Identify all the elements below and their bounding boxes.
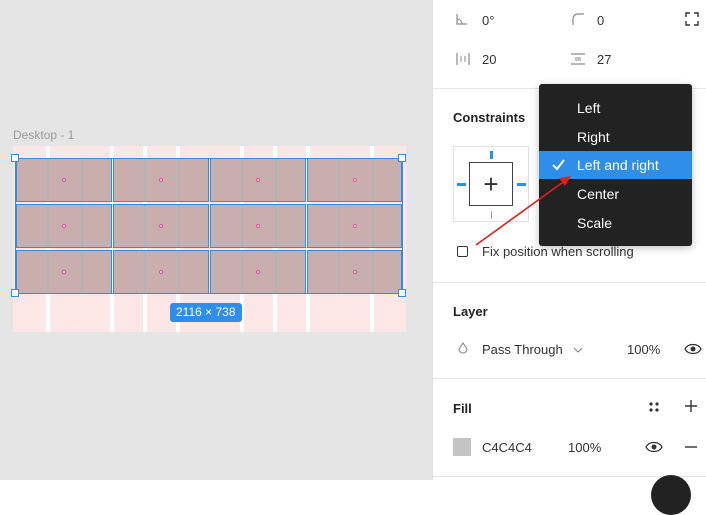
constraints-title: Constraints [453, 110, 526, 125]
resize-handle-bottom-left[interactable] [11, 289, 19, 297]
minus-icon[interactable] [684, 440, 698, 459]
constraint-dropdown-menu: Left Right Left and right Center Scale [539, 84, 692, 246]
expand-corners-icon[interactable] [685, 12, 699, 31]
layer-title: Layer [453, 304, 488, 319]
blend-mode-select[interactable]: Pass Through [482, 342, 563, 357]
menu-item-right[interactable]: Right [539, 123, 692, 151]
size-badge: 2116 × 738 [170, 303, 242, 322]
grid-rect[interactable] [16, 204, 112, 248]
grid-rect[interactable] [307, 158, 402, 202]
menu-item-center[interactable]: Center [539, 180, 692, 208]
corner-radius-icon [571, 12, 585, 29]
help-button[interactable] [651, 475, 691, 515]
layer-opacity-field[interactable]: 100% [627, 342, 660, 357]
grid-rect[interactable] [307, 250, 402, 294]
vertical-spacing-field[interactable]: 27 [597, 52, 611, 67]
resize-handle-top-left[interactable] [11, 154, 19, 162]
grid-rect[interactable] [16, 158, 112, 202]
horizontal-spacing-field[interactable]: 20 [482, 52, 496, 67]
corner-radius-field[interactable]: 0 [597, 13, 604, 28]
frame-label[interactable]: Desktop - 1 [13, 128, 74, 142]
grid-rect[interactable] [113, 204, 209, 248]
grid-rect[interactable] [307, 204, 402, 248]
drop-icon [457, 342, 469, 359]
menu-item-scale[interactable]: Scale [539, 209, 692, 237]
fill-title: Fill [453, 401, 472, 416]
rotation-field[interactable]: 0° [482, 13, 494, 28]
chevron-down-icon[interactable] [573, 343, 583, 358]
fill-color-swatch[interactable] [453, 438, 471, 456]
grid-rect[interactable] [113, 158, 209, 202]
menu-item-left-and-right[interactable]: Left and right [539, 151, 692, 179]
constraint-right-bar[interactable] [517, 183, 526, 186]
fix-position-checkbox[interactable] [457, 246, 468, 257]
grid-rect[interactable] [113, 250, 209, 294]
eye-icon[interactable] [645, 440, 663, 459]
divider [433, 378, 706, 379]
resize-handle-bottom-right[interactable] [398, 289, 406, 297]
constraint-plus-icon: + [483, 169, 499, 199]
constraint-inner-box: + [469, 162, 513, 206]
plus-icon[interactable] [684, 399, 698, 418]
design-canvas[interactable]: Desktop - 1 2116 × 738 [0, 0, 432, 480]
grid-rect[interactable] [210, 204, 306, 248]
style-grid-icon[interactable] [647, 400, 661, 419]
vertical-spacing-icon [570, 52, 586, 69]
eye-icon[interactable] [684, 342, 702, 361]
horizontal-spacing-icon [455, 52, 471, 69]
constraint-widget[interactable]: + [453, 146, 529, 222]
constraint-bottom-bar[interactable] [491, 211, 492, 219]
fill-opacity-field[interactable]: 100% [568, 440, 601, 455]
divider [433, 282, 706, 283]
angle-icon [455, 12, 469, 29]
menu-item-left[interactable]: Left [539, 94, 692, 122]
grid-rect[interactable] [210, 250, 306, 294]
constraint-top-bar[interactable] [490, 151, 493, 159]
fill-hex-field[interactable]: C4C4C4 [482, 440, 532, 455]
fix-position-label: Fix position when scrolling [482, 244, 634, 259]
constraint-left-bar[interactable] [457, 183, 466, 186]
grid-rect[interactable] [16, 250, 112, 294]
resize-handle-top-right[interactable] [398, 154, 406, 162]
grid-rect[interactable] [210, 158, 306, 202]
